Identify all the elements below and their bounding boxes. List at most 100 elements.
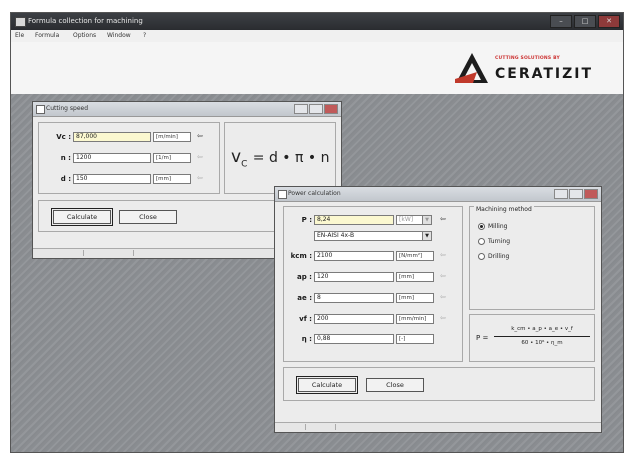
n-arrow-icon[interactable]: ⇦	[197, 153, 203, 161]
dialog-title: Power calculation	[288, 190, 341, 197]
p-unit-value: [kW]	[399, 216, 414, 223]
radio-dot-icon	[478, 253, 485, 260]
d-field[interactable]: 150	[73, 174, 151, 184]
radio-turning[interactable]: Turning	[478, 238, 510, 245]
input-group: Vc : 87,000 [m/min] ⇦ n : 1200 [1/m] ⇦ d…	[38, 122, 220, 194]
close-button[interactable]: Close	[119, 210, 177, 224]
formula-panel: vC = d • π • n	[224, 122, 336, 194]
maximize-icon[interactable]: □	[574, 15, 596, 28]
menu-formula[interactable]: Formula	[35, 32, 59, 39]
p-label: P :	[301, 216, 312, 224]
ae-unit: [mm]	[396, 293, 434, 303]
menu-help[interactable]: ?	[143, 32, 146, 39]
kcm-arrow-icon[interactable]: ⇦	[440, 251, 446, 259]
d-arrow-icon[interactable]: ⇦	[197, 174, 203, 182]
ae-label: ae :	[297, 294, 312, 302]
logo-tagline: CUTTING SOLUTIONS BY	[495, 56, 560, 61]
formula-lhs: v	[231, 147, 242, 167]
close-icon[interactable]	[324, 104, 338, 114]
menu-window[interactable]: Window	[107, 32, 131, 39]
close-icon[interactable]: ✕	[598, 15, 620, 28]
ap-unit: [mm]	[396, 272, 434, 282]
eta-field[interactable]: 0,88	[314, 334, 394, 344]
mdi-workspace: Cutting speed Vc : 87,000 [m/min] ⇦ n : …	[11, 94, 623, 452]
d-unit: [mm]	[153, 174, 191, 184]
radio-milling[interactable]: Milling	[478, 223, 507, 230]
chevron-down-icon[interactable]: ▼	[422, 232, 431, 240]
d-label: d :	[60, 175, 71, 183]
button-group: Calculate Close	[283, 367, 595, 401]
formula-rhs: = d • π • n	[252, 150, 330, 166]
n-label: n :	[60, 154, 71, 162]
dialog-title-bar: Power calculation	[275, 187, 601, 202]
logo-triangle-icon	[455, 53, 488, 83]
radio-milling-label: Milling	[488, 223, 508, 230]
machining-method-label: Machining method	[474, 206, 534, 213]
vc-unit: [m/min]	[153, 132, 191, 142]
n-field[interactable]: 1200	[73, 153, 151, 163]
ap-label: ap :	[297, 273, 312, 281]
ap-field[interactable]: 120	[314, 272, 394, 282]
minimize-icon[interactable]	[294, 104, 308, 114]
p-arrow-icon[interactable]: ⇦	[440, 215, 446, 223]
status-bar	[275, 422, 601, 432]
input-group: P : 8,24 [kW] ▼ ⇦ EN-AISI 4x-B ▼ kcm : 2…	[283, 206, 463, 362]
menu-options[interactable]: Options	[73, 32, 96, 39]
title-bar: Formula collection for machining – □ ✕	[11, 13, 623, 30]
kcm-field[interactable]: 2100	[314, 251, 394, 261]
material-value: EN-AISI 4x-B	[317, 232, 355, 239]
menu-file[interactable]: Ele	[15, 32, 24, 39]
n-unit: [1/m]	[153, 153, 191, 163]
vc-field[interactable]: 87,000	[73, 132, 151, 142]
kcm-label: kcm :	[290, 252, 312, 260]
dialog-icon	[278, 190, 287, 199]
vf-field[interactable]: 200	[314, 314, 394, 324]
close-button[interactable]: Close	[366, 378, 424, 392]
menu-bar: Ele Formula Options Window ?	[11, 30, 623, 42]
radio-dot-icon	[478, 238, 485, 245]
p-field[interactable]: 8,24	[314, 215, 394, 225]
ap-arrow-icon[interactable]: ⇦	[440, 272, 446, 280]
vc-arrow-icon[interactable]: ⇦	[197, 132, 203, 140]
main-window: Formula collection for machining – □ ✕ E…	[10, 12, 624, 453]
eta-label: η :	[301, 335, 312, 343]
app-icon	[15, 17, 26, 27]
machining-method-group: Machining method Milling Turning Drillin…	[469, 206, 595, 310]
power-formula-lhs: P =	[476, 334, 489, 342]
maximize-icon[interactable]	[309, 104, 323, 114]
material-select[interactable]: EN-AISI 4x-B ▼	[314, 231, 432, 241]
maximize-icon[interactable]	[569, 189, 583, 199]
calculate-button[interactable]: Calculate	[296, 376, 358, 394]
radio-drilling-label: Drilling	[488, 253, 510, 260]
vf-label: vf :	[299, 315, 312, 323]
radio-turning-label: Turning	[488, 238, 510, 245]
calculate-button[interactable]: Calculate	[51, 208, 113, 226]
dialog-title-bar: Cutting speed	[33, 102, 341, 117]
vf-arrow-icon[interactable]: ⇦	[440, 314, 446, 322]
dialog-icon	[36, 105, 45, 114]
dialog-controls	[554, 189, 598, 199]
cutting-speed-formula: vC = d • π • n	[231, 147, 329, 169]
dialog-controls	[294, 104, 338, 114]
p-unit-select[interactable]: [kW] ▼	[396, 215, 432, 225]
window-controls: – □ ✕	[550, 15, 620, 28]
ae-field[interactable]: 8	[314, 293, 394, 303]
chevron-down-icon[interactable]: ▼	[422, 216, 431, 224]
radio-dot-icon	[478, 223, 485, 230]
vf-unit: [mm/min]	[396, 314, 434, 324]
dialog-title: Cutting speed	[46, 105, 89, 112]
ae-arrow-icon[interactable]: ⇦	[440, 293, 446, 301]
window-title: Formula collection for machining	[28, 17, 143, 25]
fraction-line	[494, 336, 590, 337]
power-formula-panel: P = k_cm • a_p • a_e • v_f 60 • 10⁶ • η_…	[469, 314, 595, 362]
close-icon[interactable]	[584, 189, 598, 199]
ceratizit-logo: CUTTING SOLUTIONS BY CERATIZIT	[455, 50, 615, 88]
eta-unit: [-]	[396, 334, 434, 344]
minimize-icon[interactable]	[554, 189, 568, 199]
kcm-unit: [N/mm²]	[396, 251, 434, 261]
power-formula-denominator: 60 • 10⁶ • η_m	[521, 340, 563, 346]
minimize-icon[interactable]: –	[550, 15, 572, 28]
vc-label: Vc :	[56, 133, 71, 141]
radio-drilling[interactable]: Drilling	[478, 253, 509, 260]
power-formula-numerator: k_cm • a_p • a_e • v_f	[511, 326, 573, 332]
